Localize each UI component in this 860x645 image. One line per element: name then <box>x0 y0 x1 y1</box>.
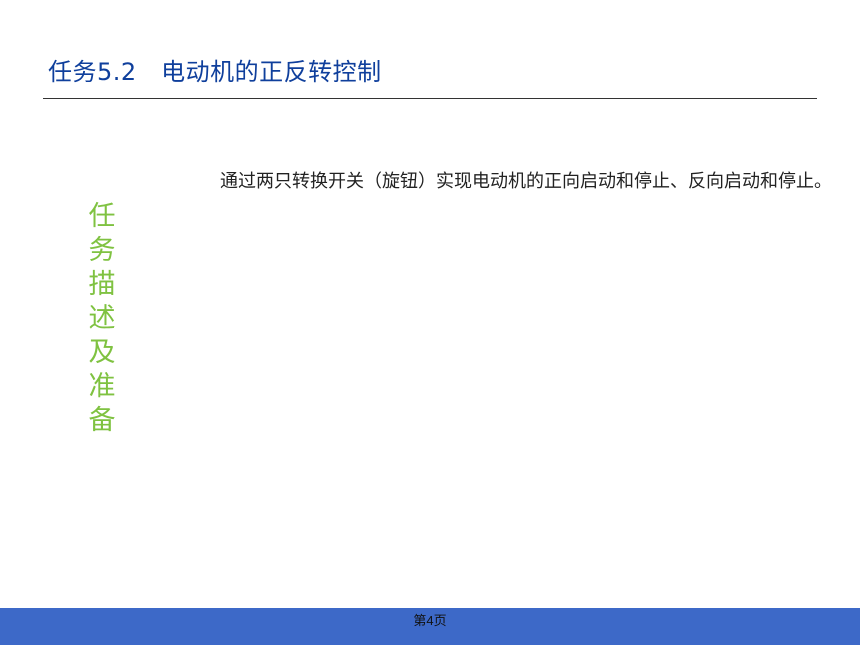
task-description: 通过两只转换开关（旋钮）实现电动机的正向启动和停止、反向启动和停止。 <box>220 171 832 192</box>
slide-title: 任务5.2 电动机的正反转控制 <box>48 58 382 86</box>
title-divider <box>43 98 817 99</box>
section-label: 任务描述及准备 <box>88 201 116 436</box>
page-number: 第4页 <box>413 613 447 628</box>
